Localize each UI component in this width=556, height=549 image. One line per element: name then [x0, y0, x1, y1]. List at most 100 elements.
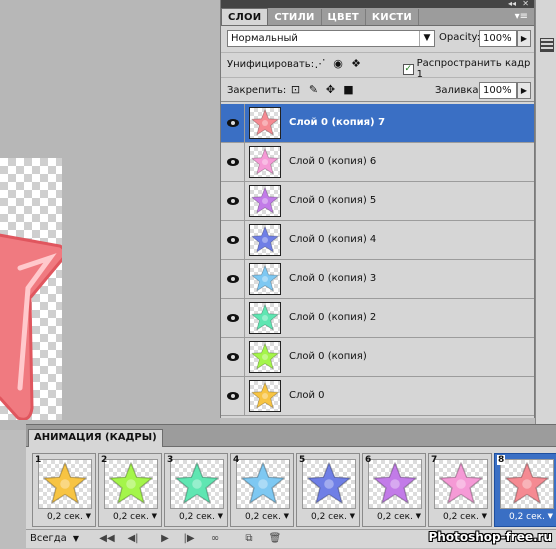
frame-thumbnail [434, 459, 488, 509]
layer-row[interactable]: Слой 0 (копия) 3 [221, 260, 534, 299]
layer-thumbnail [249, 107, 281, 139]
panel-menu-icon[interactable]: ▾≡ [515, 11, 528, 22]
animation-frame[interactable]: 3 0,2 сек. ▼ [164, 453, 228, 527]
loop-select[interactable]: Всегда ▼ [30, 533, 79, 544]
animation-frame[interactable]: 2 0,2 сек. ▼ [98, 453, 162, 527]
frame-thumbnail [236, 459, 290, 509]
animation-frame[interactable]: 8 0,2 сек. ▼ [494, 453, 556, 527]
animation-frame[interactable]: 5 0,2 сек. ▼ [296, 453, 360, 527]
layer-name: Слой 0 (копия) 5 [289, 195, 377, 206]
delay-dropdown-icon[interactable]: ▼ [284, 512, 289, 520]
layer-thumbnail [249, 185, 281, 217]
layers-panel: ◂◂ ✕ СЛОИ СТИЛИ ЦВЕТ КИСТИ ▾≡ Нормальный… [220, 0, 535, 418]
lock-pixels-icon[interactable]: ✎ [307, 83, 320, 96]
visibility-toggle[interactable] [221, 221, 245, 259]
frame-number: 8 [497, 455, 506, 465]
delay-dropdown-icon[interactable]: ▼ [482, 512, 487, 520]
propagate-frame-checkbox[interactable]: ✓ [403, 63, 414, 75]
eye-icon [226, 236, 239, 244]
delay-dropdown-icon[interactable]: ▼ [152, 512, 157, 520]
unify-visibility-icon[interactable]: ◉ [331, 57, 345, 71]
fill-input[interactable]: 100% [479, 82, 517, 99]
layer-row[interactable]: Слой 0 (копия) 7 [221, 104, 534, 143]
layer-thumbnail [249, 224, 281, 256]
delete-frame-icon[interactable]: 🗑 [266, 533, 284, 544]
unify-row: Унифицировать: ⋰ ◉ ❖ ✓ Распространить ка… [221, 52, 534, 80]
frame-number: 5 [299, 455, 306, 465]
visibility-toggle[interactable] [221, 143, 245, 181]
close-icon[interactable]: ✕ [522, 0, 529, 8]
first-frame-icon[interactable]: ◀◀ [98, 533, 116, 544]
watermark: Photoshop-free.ru [428, 530, 553, 544]
chevron-down-icon[interactable]: ▼ [419, 31, 434, 46]
eye-icon [226, 158, 239, 166]
layer-row[interactable]: Слой 0 (копия) [221, 338, 534, 377]
frame-thumbnail [38, 459, 92, 509]
frame-delay[interactable]: 0,2 сек. [47, 512, 83, 522]
layer-name: Слой 0 [289, 390, 325, 401]
visibility-toggle[interactable] [221, 104, 245, 142]
opacity-slider-arrow-icon[interactable]: ▶ [517, 30, 531, 47]
visibility-toggle[interactable] [221, 338, 245, 376]
layer-row[interactable]: Слой 0 (копия) 4 [221, 221, 534, 260]
frames-list: 1 0,2 сек. ▼ 2 0,2 сек. ▼ 3 0,2 сек. ▼ 4 0,2 сек. ▼… [32, 453, 556, 527]
tab-color[interactable]: ЦВЕТ [322, 9, 366, 25]
frame-delay[interactable]: 0,2 сек. [509, 512, 545, 522]
frame-delay[interactable]: 0,2 сек. [443, 512, 479, 522]
panel-grid-icon[interactable] [540, 38, 554, 52]
frame-number: 2 [101, 455, 108, 465]
tab-styles[interactable]: СТИЛИ [268, 9, 322, 25]
blend-row: Нормальный ▼ Opacity: 100% ▶ [221, 26, 534, 52]
visibility-toggle[interactable] [221, 377, 245, 415]
visibility-toggle[interactable] [221, 260, 245, 298]
fill-label: Заливка: [435, 85, 482, 96]
layer-row[interactable]: Слой 0 (копия) 2 [221, 299, 534, 338]
document-canvas[interactable] [0, 158, 62, 420]
animation-frame[interactable]: 6 0,2 сек. ▼ [362, 453, 426, 527]
blend-mode-value: Нормальный [231, 33, 298, 44]
animation-frame[interactable]: 1 0,2 сек. ▼ [32, 453, 96, 527]
tab-brushes[interactable]: КИСТИ [366, 9, 419, 25]
delay-dropdown-icon[interactable]: ▼ [86, 512, 91, 520]
collapse-icon[interactable]: ◂◂ [508, 0, 516, 8]
layer-row[interactable]: Слой 0 (копия) 5 [221, 182, 534, 221]
duplicate-frame-icon[interactable]: ⧉ [240, 533, 258, 544]
prev-frame-icon[interactable]: ◀| [124, 533, 142, 544]
frame-delay[interactable]: 0,2 сек. [113, 512, 149, 522]
delay-dropdown-icon[interactable]: ▼ [218, 512, 223, 520]
layer-name: Слой 0 (копия) 2 [289, 312, 377, 323]
unify-style-icon[interactable]: ❖ [349, 57, 363, 71]
frame-delay[interactable]: 0,2 сек. [179, 512, 215, 522]
opacity-input[interactable]: 100% [479, 30, 517, 47]
frame-delay[interactable]: 0,2 сек. [377, 512, 413, 522]
play-icon[interactable]: ▶ [156, 533, 174, 544]
delay-dropdown-icon[interactable]: ▼ [416, 512, 421, 520]
tab-layers[interactable]: СЛОИ [221, 8, 269, 25]
tab-animation-frames[interactable]: АНИМАЦИЯ (КАДРЫ) [28, 429, 163, 447]
eye-icon [226, 275, 239, 283]
eye-icon [226, 197, 239, 205]
eye-icon [226, 119, 239, 127]
frame-number: 7 [431, 455, 438, 465]
unify-label: Унифицировать: [227, 59, 315, 70]
frame-delay[interactable]: 0,2 сек. [245, 512, 281, 522]
unify-position-icon[interactable]: ⋰ [313, 57, 327, 71]
blend-mode-select[interactable]: Нормальный ▼ [227, 30, 435, 47]
layer-thumbnail [249, 302, 281, 334]
layer-row[interactable]: Слой 0 [221, 377, 534, 416]
tween-icon[interactable]: ∞ [206, 533, 224, 544]
layer-row[interactable]: Слой 0 (копия) 6 [221, 143, 534, 182]
delay-dropdown-icon[interactable]: ▼ [350, 512, 355, 520]
next-frame-icon[interactable]: |▶ [180, 533, 198, 544]
animation-frame[interactable]: 4 0,2 сек. ▼ [230, 453, 294, 527]
animation-frame[interactable]: 7 0,2 сек. ▼ [428, 453, 492, 527]
lock-all-icon[interactable]: ■ [342, 83, 355, 96]
frame-number: 3 [167, 455, 174, 465]
lock-transparency-icon[interactable]: ⊡ [289, 83, 302, 96]
fill-slider-arrow-icon[interactable]: ▶ [517, 82, 531, 99]
visibility-toggle[interactable] [221, 299, 245, 337]
lock-position-icon[interactable]: ✥ [324, 83, 337, 96]
frame-delay[interactable]: 0,2 сек. [311, 512, 347, 522]
delay-dropdown-icon[interactable]: ▼ [548, 512, 553, 520]
visibility-toggle[interactable] [221, 182, 245, 220]
